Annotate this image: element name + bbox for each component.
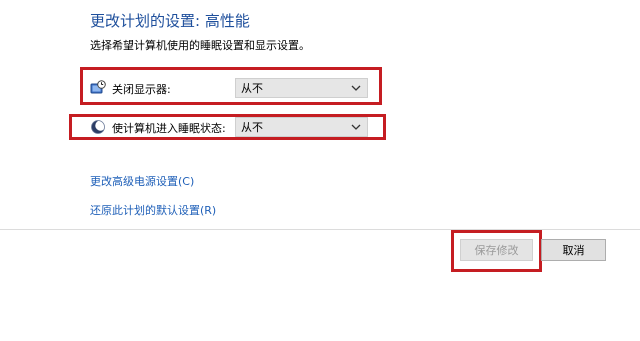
display-off-selected-value: 从不 — [241, 82, 263, 95]
restore-defaults-link[interactable]: 还原此计划的默认设置(R) — [90, 202, 216, 218]
page-subtitle: 选择希望计算机使用的睡眠设置和显示设置。 — [90, 39, 310, 52]
chevron-down-icon — [351, 85, 361, 91]
save-changes-button[interactable]: 保存修改 — [460, 239, 533, 261]
sleep-selected-value: 从不 — [241, 121, 263, 134]
monitor-clock-icon — [90, 80, 106, 96]
display-off-setting-row: 关闭显示器: 从不 — [90, 77, 390, 99]
power-plan-settings-page: 更改计划的设置: 高性能 选择希望计算机使用的睡眠设置和显示设置。 关闭显示器:… — [0, 0, 640, 341]
divider — [0, 229, 640, 230]
cancel-button[interactable]: 取消 — [541, 239, 606, 261]
advanced-power-settings-link[interactable]: 更改高级电源设置(C) — [90, 173, 194, 189]
sleep-dropdown[interactable]: 从不 — [235, 117, 368, 137]
display-off-dropdown[interactable]: 从不 — [235, 78, 368, 98]
display-off-label: 关闭显示器: — [112, 83, 171, 96]
moon-icon — [90, 119, 106, 135]
page-title: 更改计划的设置: 高性能 — [90, 12, 250, 30]
chevron-down-icon — [351, 124, 361, 130]
sleep-label: 使计算机进入睡眠状态: — [112, 122, 226, 135]
sleep-setting-row: 使计算机进入睡眠状态: 从不 — [90, 116, 390, 138]
